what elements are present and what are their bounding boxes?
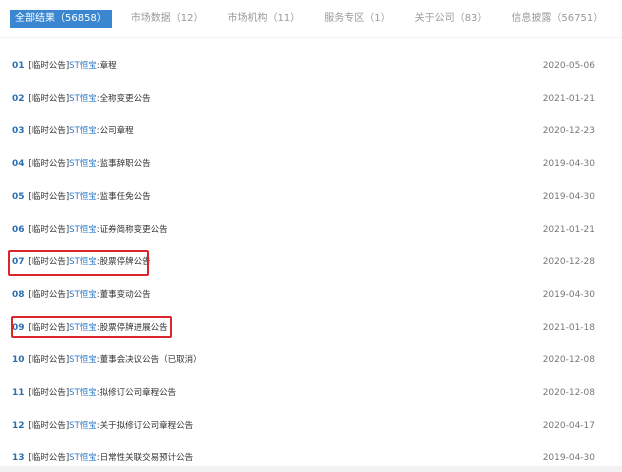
announcement-title[interactable]: :证券简称变更公告 <box>97 222 168 238</box>
announcement-type: [临时公告] <box>28 159 70 170</box>
row-number: 04 <box>12 159 25 170</box>
tab-4[interactable]: 关于公司（83） <box>410 10 493 28</box>
announcement-date: 2019-04-30 <box>542 191 595 202</box>
company-link[interactable]: ST恒宝 <box>69 385 97 401</box>
announcement-type: [临时公告] <box>28 289 70 300</box>
row-number: 11 <box>12 388 25 398</box>
announcement-date: 2021-01-21 <box>542 224 595 235</box>
announcement-type: [临时公告] <box>28 388 70 398</box>
announcement-title[interactable]: :全称变更公告 <box>97 91 151 107</box>
announcement-title[interactable]: :公司章程 <box>97 123 134 139</box>
announcement-date: 2021-01-21 <box>542 93 595 104</box>
row-number: 06 <box>12 224 25 235</box>
announcement-date: 2020-12-08 <box>542 355 595 366</box>
table-row[interactable]: 01 [临时公告] ST恒宝:章程 2020-05-06 <box>12 58 595 74</box>
announcement-date: 2020-04-17 <box>542 420 595 431</box>
table-row[interactable]: 05 [临时公告] ST恒宝:监事任免公告 2019-04-30 <box>12 189 595 205</box>
company-link[interactable]: ST恒宝 <box>69 450 97 466</box>
company-link[interactable]: ST恒宝 <box>69 189 97 205</box>
company-link[interactable]: ST恒宝 <box>69 58 97 74</box>
tab-1[interactable]: 市场数据（12） <box>126 10 209 28</box>
announcement-date: 2020-12-23 <box>542 126 595 137</box>
announcement-title[interactable]: :章程 <box>97 58 117 74</box>
tab-3[interactable]: 服务专区（1） <box>319 10 395 28</box>
announcement-title[interactable]: :董事会决议公告（已取消） <box>97 352 202 368</box>
table-row[interactable]: 06 [临时公告] ST恒宝:证券简称变更公告 2021-01-21 <box>12 222 595 238</box>
announcement-date: 2020-12-08 <box>542 388 595 398</box>
company-link[interactable]: ST恒宝 <box>69 222 97 238</box>
highlight-box-row-09 <box>11 316 172 338</box>
divider <box>0 37 622 38</box>
table-row[interactable]: 11 [临时公告] ST恒宝:拟修订公司章程公告 2020-12-08 <box>12 385 595 401</box>
announcement-title[interactable]: :监事任免公告 <box>97 189 151 205</box>
row-number: 05 <box>12 191 25 202</box>
announcement-type: [临时公告] <box>28 224 70 235</box>
announcement-type: [临时公告] <box>28 191 70 202</box>
company-link[interactable]: ST恒宝 <box>69 287 97 303</box>
announcement-title[interactable]: :董事变动公告 <box>97 287 151 303</box>
tab-2[interactable]: 市场机构（11） <box>223 10 306 28</box>
announcement-type: [临时公告] <box>28 61 70 71</box>
company-link[interactable]: ST恒宝 <box>69 418 97 434</box>
row-number: 10 <box>12 355 25 366</box>
tab-5[interactable]: 信息披露（56751） <box>506 10 608 28</box>
announcement-type: [临时公告] <box>28 126 70 137</box>
announcement-title[interactable]: :拟修订公司章程公告 <box>97 385 176 401</box>
table-row[interactable]: 13 [临时公告] ST恒宝:日常性关联交易预计公告 2019-04-30 <box>12 450 595 466</box>
row-number: 08 <box>12 289 25 300</box>
announcement-title[interactable]: :关于拟修订公司章程公告 <box>97 418 193 434</box>
announcement-date: 2020-05-06 <box>542 61 595 71</box>
company-link[interactable]: ST恒宝 <box>69 123 97 139</box>
company-link[interactable]: ST恒宝 <box>69 352 97 368</box>
announcement-type: [临时公告] <box>28 453 70 464</box>
company-link[interactable]: ST恒宝 <box>69 91 97 107</box>
table-row[interactable]: 02 [临时公告] ST恒宝:全称变更公告 2021-01-21 <box>12 91 595 107</box>
announcement-type: [临时公告] <box>28 93 70 104</box>
bottom-bar <box>0 466 622 472</box>
announcement-date: 2019-04-30 <box>542 289 595 300</box>
announcement-date: 2019-04-30 <box>542 159 595 170</box>
row-number: 13 <box>12 453 25 464</box>
announcement-date: 2021-01-18 <box>542 322 595 333</box>
company-link[interactable]: ST恒宝 <box>69 156 97 172</box>
table-row[interactable]: 03 [临时公告] ST恒宝:公司章程 2020-12-23 <box>12 123 595 139</box>
table-row[interactable]: 04 [临时公告] ST恒宝:监事辞职公告 2019-04-30 <box>12 156 595 172</box>
announcement-title[interactable]: :日常性关联交易预计公告 <box>97 450 193 466</box>
table-row[interactable]: 12 [临时公告] ST恒宝:关于拟修订公司章程公告 2020-04-17 <box>12 418 595 434</box>
tab-0[interactable]: 全部结果（56858） <box>10 10 112 28</box>
row-number: 02 <box>12 93 25 104</box>
announcement-title[interactable]: :监事辞职公告 <box>97 156 151 172</box>
row-number: 01 <box>12 61 25 71</box>
table-row[interactable]: 08 [临时公告] ST恒宝:董事变动公告 2019-04-30 <box>12 287 595 303</box>
announcement-date: 2019-04-30 <box>542 453 595 464</box>
announcement-type: [临时公告] <box>28 420 70 431</box>
row-number: 03 <box>12 126 25 137</box>
highlight-box-row-07 <box>8 250 149 276</box>
row-number: 12 <box>12 420 25 431</box>
announcement-type: [临时公告] <box>28 355 70 366</box>
announcement-date: 2020-12-28 <box>542 257 595 268</box>
table-row[interactable]: 10 [临时公告] ST恒宝:董事会决议公告（已取消） 2020-12-08 <box>12 352 595 368</box>
result-tabs: 全部结果（56858） 市场数据（12） 市场机构（11） 服务专区（1） 关于公司（8… <box>10 10 622 28</box>
